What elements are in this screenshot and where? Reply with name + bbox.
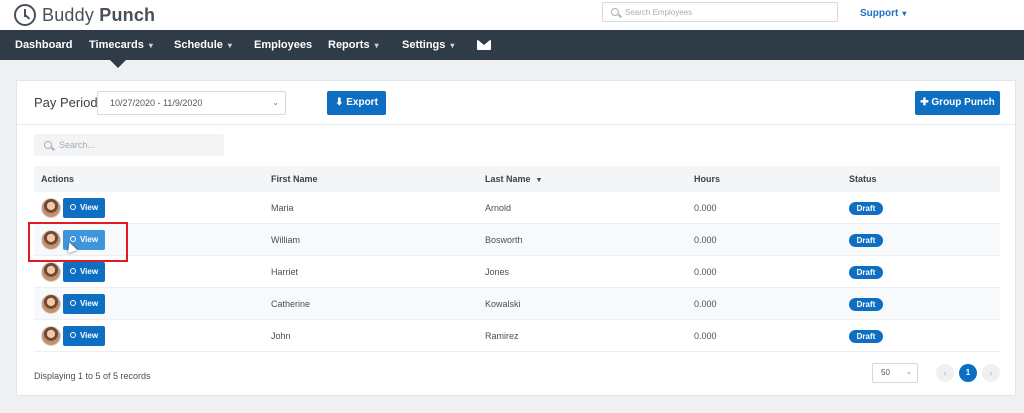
active-nav-caret [110, 60, 126, 68]
table-row: View John Ramirez 0.000 Draft [34, 320, 1000, 352]
pay-period-value: 10/27/2020 - 11/9/2020 [110, 98, 203, 108]
view-button[interactable]: View [63, 262, 105, 282]
view-button[interactable]: View [63, 294, 105, 314]
page-1-button[interactable]: 1 [959, 364, 977, 382]
first-name-cell: Catherine [271, 299, 311, 309]
employee-search-input[interactable] [625, 7, 825, 17]
column-status[interactable]: Status [849, 166, 877, 192]
avatar [41, 326, 61, 346]
last-name-cell: Kowalski [485, 299, 521, 309]
status-badge: Draft [849, 298, 883, 311]
clock-logo-icon [14, 4, 36, 26]
avatar [41, 198, 61, 218]
records-summary: Displaying 1 to 5 of 5 records [34, 371, 151, 381]
table-header: Actions First Name Last Name ▼ Hours Stat… [34, 166, 1000, 192]
search-icon [44, 141, 52, 149]
search-icon [69, 332, 76, 338]
list-search-input[interactable] [59, 140, 219, 150]
hours-cell: 0.000 [694, 267, 717, 277]
brand-name: Buddy Punch [42, 4, 156, 25]
column-hours[interactable]: Hours [694, 166, 720, 192]
search-icon [611, 8, 619, 16]
first-name-cell: William [271, 235, 300, 245]
table-row: View William Bosworth 0.000 Draft [34, 224, 1000, 256]
hours-cell: 0.000 [694, 203, 717, 213]
status-badge: Draft [849, 266, 883, 279]
chevron-down-icon: ▾ [902, 9, 907, 18]
nav-schedule[interactable]: Schedule ▾ [174, 30, 232, 60]
column-first-name[interactable]: First Name [271, 166, 318, 192]
avatar [41, 262, 61, 282]
chevron-down-icon: ⌄ [272, 98, 279, 107]
first-name-cell: Harriet [271, 267, 299, 277]
nav-timecards[interactable]: Timecards ▾ [89, 30, 153, 60]
hours-cell: 0.000 [694, 331, 717, 341]
support-menu[interactable]: Support ▾ [860, 8, 906, 19]
top-header: Buddy Punch Support▾ [0, 0, 1024, 30]
pay-period-select[interactable]: 10/27/2020 - 11/9/2020 ⌄ [97, 91, 286, 115]
pay-period-label: Pay Period [34, 95, 98, 110]
list-search-box[interactable] [34, 134, 224, 156]
search-icon [69, 204, 76, 210]
group-punch-button[interactable]: ✚ Group Punch [915, 91, 1000, 115]
first-name-cell: John [271, 331, 291, 341]
status-badge: Draft [849, 330, 883, 343]
support-label: Support [860, 8, 899, 19]
status-badge: Draft [849, 202, 883, 215]
employee-search-box[interactable] [602, 2, 838, 22]
nav-settings[interactable]: Settings ▾ [402, 30, 454, 60]
highlight-box [28, 222, 128, 262]
table-row: View Maria Arnold 0.000 Draft [34, 192, 1000, 224]
chevron-down-icon: ▾ [227, 41, 232, 50]
sort-down-icon: ▼ [535, 177, 543, 184]
chevron-down-icon: ⌄ [906, 369, 912, 376]
mail-icon[interactable] [477, 40, 491, 50]
page-size-value: 50 [881, 368, 890, 377]
next-page-button[interactable]: › [982, 364, 1000, 382]
chevron-down-icon: ▾ [148, 41, 153, 50]
last-name-cell: Bosworth [485, 235, 523, 245]
avatar [41, 294, 61, 314]
timecards-card: Pay Period 10/27/2020 - 11/9/2020 ⌄ ⬇ Ex… [16, 80, 1016, 396]
view-button[interactable]: View [63, 198, 105, 218]
page-size-select[interactable]: 50 ⌄ [872, 363, 918, 383]
nav-employees[interactable]: Employees [254, 30, 312, 60]
brand-logo[interactable]: Buddy Punch [14, 3, 155, 27]
table-row: View Harriet Jones 0.000 Draft [34, 256, 1000, 288]
hours-cell: 0.000 [694, 299, 717, 309]
export-button[interactable]: ⬇ Export [327, 91, 386, 115]
table-row: View Catherine Kowalski 0.000 Draft [34, 288, 1000, 320]
chevron-down-icon: ▾ [374, 41, 379, 50]
last-name-cell: Arnold [485, 203, 512, 213]
search-icon [69, 268, 76, 274]
hours-cell: 0.000 [694, 235, 717, 245]
column-actions: Actions [41, 174, 75, 184]
main-navbar: Dashboard Timecards ▾ Schedule ▾ Employees… [0, 30, 1024, 60]
prev-page-button[interactable]: ‹ [936, 364, 954, 382]
column-last-name[interactable]: Last Name ▼ [485, 166, 542, 192]
card-header: Pay Period 10/27/2020 - 11/9/2020 ⌄ ⬇ Ex… [17, 81, 1015, 125]
status-badge: Draft [849, 234, 883, 247]
nav-reports[interactable]: Reports ▾ [328, 30, 379, 60]
chevron-down-icon: ▾ [450, 41, 455, 50]
search-icon [69, 300, 76, 306]
first-name-cell: Maria [271, 203, 294, 213]
last-name-cell: Jones [485, 267, 510, 277]
nav-dashboard[interactable]: Dashboard [15, 30, 72, 60]
last-name-cell: Ramirez [485, 331, 519, 341]
view-button[interactable]: View [63, 326, 105, 346]
